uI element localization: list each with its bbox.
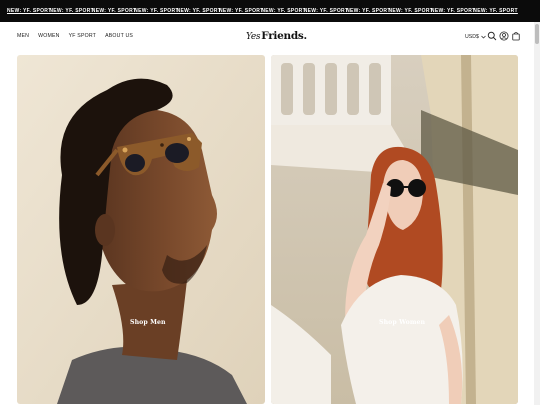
bag-icon[interactable] [511, 31, 521, 41]
nav-link-men[interactable]: MEN [17, 33, 29, 39]
announcement-link[interactable]: NEW: YF. SPORT [49, 8, 93, 14]
announcement-link[interactable]: NEW: YF. SPORT [304, 8, 348, 14]
hero-panel-men[interactable]: Shop Men [17, 55, 265, 404]
announcement-link[interactable]: NEW: YF. SPORT [431, 8, 475, 14]
scrollbar-thumb[interactable] [535, 24, 539, 44]
announcement-link[interactable]: NEW: YF. SPORT [134, 8, 178, 14]
nav-link-women[interactable]: WOMEN [38, 33, 59, 39]
announcement-link[interactable]: NEW: YF. SPORT [389, 8, 433, 14]
announcement-link[interactable]: NEW: YF. SPORT [92, 8, 136, 14]
announcement-track: NEW: YF. SPORT NEW: YF. SPORT NEW: YF. S… [0, 0, 540, 22]
account-icon[interactable] [499, 31, 509, 41]
announcement-link[interactable]: NEW: YF. SPORT [473, 8, 517, 14]
site-header: MEN WOMEN YF SPORT ABOUT US YesFriends. … [0, 22, 540, 52]
nav-link-about-us[interactable]: ABOUT US [105, 33, 133, 39]
shop-men-link[interactable]: Shop Men [130, 319, 166, 326]
main-nav: MEN WOMEN YF SPORT ABOUT US [17, 33, 133, 39]
hero-panel-women[interactable]: Shop Women [271, 55, 518, 404]
search-icon[interactable] [487, 31, 497, 41]
shop-women-link[interactable]: Shop Women [379, 319, 425, 326]
announcement-link[interactable]: NEW: YF. SPORT [177, 8, 221, 14]
logo-main: Friends. [261, 30, 307, 42]
announcement-link[interactable]: NEW: YF. SPORT [7, 8, 51, 14]
announcement-link[interactable]: NEW: YF. SPORT [346, 8, 390, 14]
announcement-link[interactable]: NEW: YF. SPORT [219, 8, 263, 14]
currency-selector[interactable]: USD$ [465, 34, 486, 40]
chevron-down-icon [481, 35, 486, 39]
women-hero-image [271, 55, 518, 404]
men-hero-image [17, 55, 265, 404]
logo-prefix: Yes [246, 32, 261, 42]
announcement-link[interactable]: NEW: YF. SPORT [261, 8, 305, 14]
brand-logo[interactable]: YesFriends. [246, 30, 307, 42]
currency-label: USD$ [465, 34, 479, 40]
announcement-bar: NEW: YF. SPORT NEW: YF. SPORT NEW: YF. S… [0, 0, 540, 22]
page-scrollbar[interactable] [534, 22, 540, 405]
nav-link-yf-sport[interactable]: YF SPORT [69, 33, 96, 39]
